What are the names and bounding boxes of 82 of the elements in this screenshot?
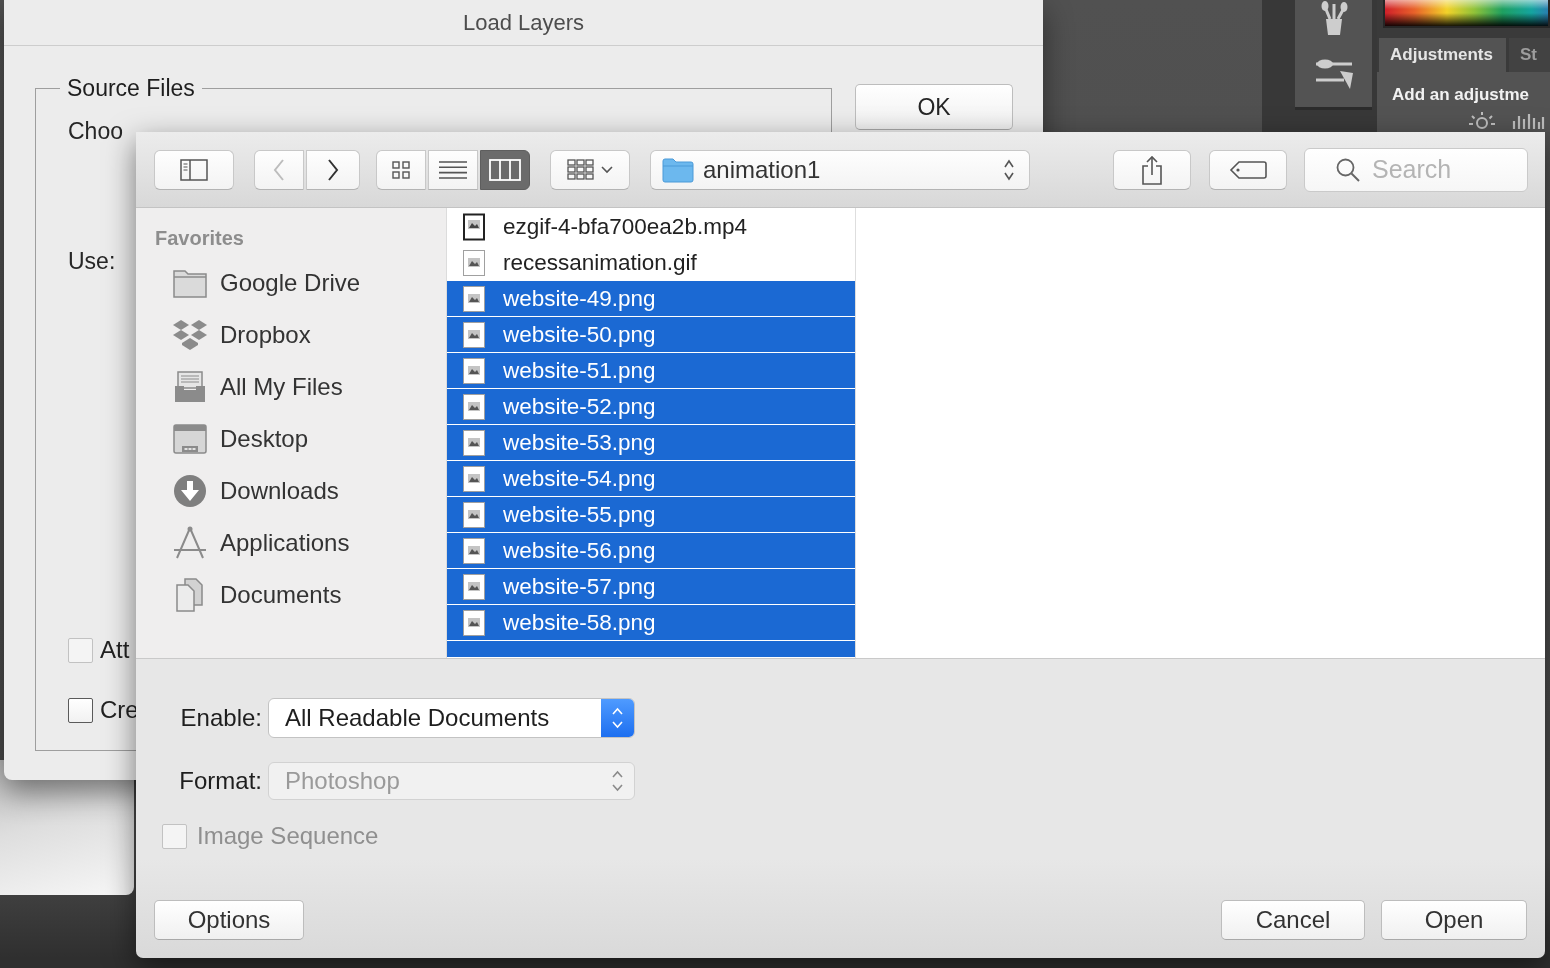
- tag-icon: [1229, 159, 1267, 180]
- dropdown[interactable]: All Readable Documents: [268, 698, 635, 738]
- open-button[interactable]: Open: [1381, 900, 1527, 940]
- stepper-icon: [1003, 157, 1015, 182]
- share-icon: [1140, 154, 1164, 185]
- window-title: Load Layers: [462, 9, 585, 36]
- file-row[interactable]: website-50.png: [447, 317, 855, 352]
- file-row[interactable]: website-49.png: [447, 281, 855, 316]
- image-file-icon: [462, 248, 486, 277]
- field-label: Format:: [178, 767, 262, 795]
- tag-button[interactable]: [1209, 149, 1287, 190]
- sidebar-item[interactable]: Desktop: [136, 413, 446, 465]
- sidebar-item[interactable]: Applications: [136, 517, 446, 569]
- file-row[interactable]: website-57.png: [447, 569, 855, 604]
- file-row[interactable]: website-54.png: [447, 461, 855, 496]
- list-icon: [439, 159, 467, 180]
- image-file-icon: [462, 464, 486, 493]
- sun-icon: [1467, 111, 1497, 129]
- file-row[interactable]: website-51.png: [447, 353, 855, 388]
- image-file-icon: [462, 392, 486, 421]
- image-file-icon: [462, 356, 486, 385]
- checkbox-label: Cre: [100, 696, 139, 724]
- caret-icon: [601, 165, 613, 174]
- checkbox[interactable]: [68, 697, 93, 723]
- folder-icon: [662, 156, 694, 183]
- options-button[interactable]: Options: [154, 900, 304, 940]
- field-label: Use:: [68, 247, 116, 276]
- share-button[interactable]: [1113, 149, 1191, 190]
- column-view-button[interactable]: [480, 149, 530, 190]
- field-label: Enable:: [179, 704, 262, 732]
- search-icon: [1335, 156, 1361, 183]
- image-file-icon: [462, 572, 486, 601]
- dropbox-icon: [172, 317, 208, 353]
- file-row[interactable]: recessanimation.gif: [447, 245, 855, 280]
- panel-tab[interactable]: St: [1508, 38, 1550, 72]
- stepper-icon: [601, 699, 634, 737]
- sidebar-item[interactable]: All My Files: [136, 361, 446, 413]
- image-file-icon: [462, 284, 486, 313]
- checkbox-label: Att: [100, 636, 130, 664]
- video-file-icon: [462, 212, 486, 241]
- image-file-icon: [462, 428, 486, 457]
- file-row[interactable]: website-58.png: [447, 605, 855, 640]
- levels-icon: [1511, 111, 1545, 129]
- grid-icon: [392, 160, 410, 179]
- compass-ruler-icon: [172, 525, 208, 561]
- download-icon: [172, 473, 208, 509]
- file-row[interactable]: website-55.png: [447, 497, 855, 532]
- section-header: Favorites: [154, 226, 245, 250]
- instruction-text: Choo: [68, 117, 123, 146]
- file-row[interactable]: website-53.png: [447, 425, 855, 460]
- forward-button[interactable]: [306, 149, 360, 190]
- sidebar-item[interactable]: Dropbox: [136, 309, 446, 361]
- grid-icon: [567, 159, 595, 180]
- columns-icon: [489, 158, 521, 181]
- chevron-left-icon: [272, 157, 286, 182]
- ok-button[interactable]: OK: [855, 84, 1013, 130]
- file-row[interactable]: website-52.png: [447, 389, 855, 424]
- group-label: Source Files: [66, 74, 196, 102]
- sidebar-icon: [180, 158, 208, 181]
- sidebar-item[interactable]: Downloads: [136, 465, 446, 517]
- chevron-right-icon: [326, 157, 340, 182]
- checkbox-label: Image Sequence: [197, 822, 379, 850]
- desktop-icon: [172, 421, 208, 457]
- image-file-icon: [462, 608, 486, 637]
- list-view-button[interactable]: [428, 149, 478, 190]
- icon-view-button[interactable]: [376, 149, 426, 190]
- sidebar-item[interactable]: Google Drive: [136, 257, 446, 309]
- color-spectrum[interactable]: [1383, 0, 1550, 28]
- image-file-icon: [462, 536, 486, 565]
- file-tray-icon: [172, 369, 208, 405]
- image-file-icon: [462, 500, 486, 529]
- image-file-icon: [462, 320, 486, 349]
- sidebar-item[interactable]: Documents: [136, 569, 446, 621]
- file-row[interactable]: ezgif-4-bfa700ea2b.mp4: [447, 209, 855, 244]
- search-field[interactable]: Search: [1304, 147, 1528, 192]
- arrange-button[interactable]: [550, 149, 630, 190]
- cancel-button[interactable]: Cancel: [1221, 900, 1365, 940]
- file-row[interactable]: website-56.png: [447, 533, 855, 568]
- panel-hint: Add an adjustme: [1392, 85, 1530, 105]
- location-popup[interactable]: animation1: [650, 149, 1030, 190]
- panel-tab[interactable]: Adjustments: [1379, 38, 1506, 72]
- sidebar-toggle-button[interactable]: [154, 149, 234, 190]
